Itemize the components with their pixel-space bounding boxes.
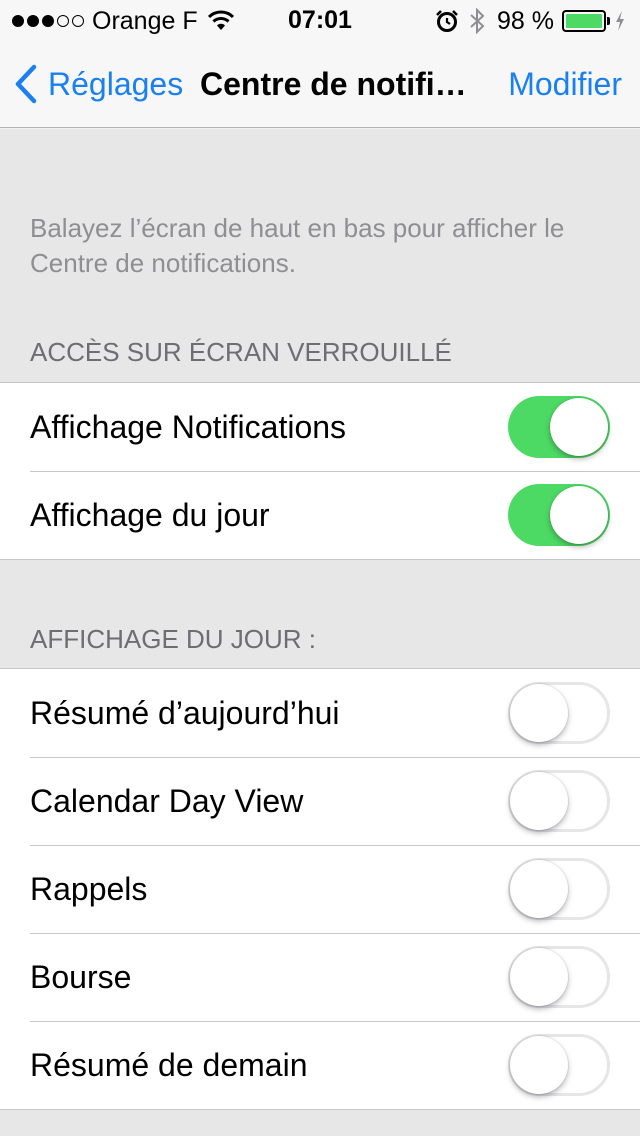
battery-icon — [562, 10, 610, 32]
toggle-knob — [510, 1036, 568, 1094]
section-header-today: AFFICHAGE DU JOUR : — [30, 624, 317, 654]
settings-content[interactable]: Balayez l’écran de haut en bas pour affi… — [0, 129, 640, 1136]
back-label: Réglages — [48, 66, 184, 102]
today-summary-toggle[interactable] — [508, 682, 610, 744]
setting-label: Bourse — [30, 959, 132, 995]
setting-row: Résumé de demain — [0, 1021, 640, 1109]
back-button[interactable]: Réglages — [14, 64, 183, 104]
charging-icon — [616, 11, 624, 31]
setting-label: Résumé d’aujourd’hui — [30, 695, 340, 731]
intro-text: Balayez l’écran de haut en bas pour affi… — [30, 213, 565, 278]
setting-label: Calendar Day View — [30, 783, 304, 819]
reminders-toggle[interactable] — [508, 858, 610, 920]
toggle-knob — [510, 772, 568, 830]
setting-row: Résumé d’aujourd’hui — [0, 669, 640, 757]
toggle-knob — [510, 860, 568, 918]
setting-row: Rappels — [0, 845, 640, 933]
toggle-knob — [550, 486, 608, 544]
navigation-bar: Réglages Centre de notifications Modifie… — [0, 40, 640, 128]
toggle-knob — [550, 398, 608, 456]
chevron-left-icon — [15, 64, 37, 104]
section-header-lock-screen: ACCÈS SUR ÉCRAN VERROUILLÉ — [30, 337, 452, 367]
alarm-icon — [436, 10, 458, 32]
toggle-knob — [510, 684, 568, 742]
battery-percent: 98 % — [497, 7, 554, 35]
setting-row: Calendar Day View — [0, 757, 640, 845]
setting-row: Bourse — [0, 933, 640, 1021]
setting-row: Affichage Notifications — [0, 383, 640, 471]
bluetooth-icon — [470, 8, 485, 34]
today-view-toggle[interactable] — [508, 484, 610, 546]
calendar-day-view-toggle[interactable] — [508, 770, 610, 832]
toggle-knob — [510, 948, 568, 1006]
today-view-group: Résumé d’aujourd’hui Calendar Day View R… — [0, 668, 640, 1110]
tomorrow-summary-toggle[interactable] — [508, 1034, 610, 1096]
page-title: Centre de notifications — [200, 66, 482, 102]
edit-button[interactable]: Modifier — [508, 64, 622, 104]
status-bar: Orange F 07:01 98 % — [0, 0, 640, 40]
status-right: 98 % — [435, 7, 626, 35]
stocks-toggle[interactable] — [508, 946, 610, 1008]
lock-screen-group: Affichage Notifications Affichage du jou… — [0, 382, 640, 560]
setting-label: Rappels — [30, 871, 148, 907]
setting-row: Affichage du jour — [0, 471, 640, 559]
setting-label: Résumé de demain — [30, 1047, 308, 1083]
setting-label: Affichage Notifications — [30, 409, 347, 445]
setting-label: Affichage du jour — [30, 497, 270, 533]
notifications-view-toggle[interactable] — [508, 396, 610, 458]
